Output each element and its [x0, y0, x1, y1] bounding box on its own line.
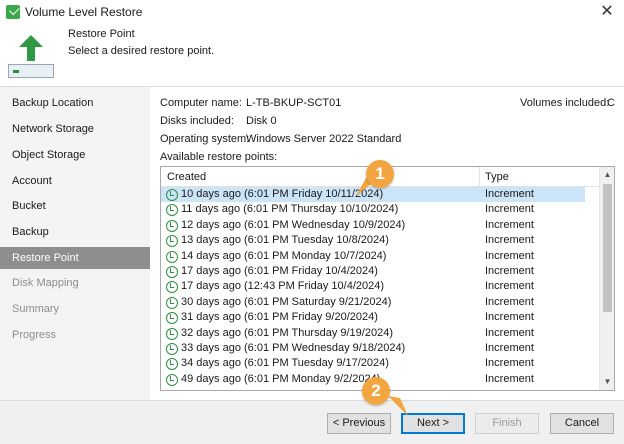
volumes-included-value: C	[607, 97, 615, 109]
row-type: Increment	[485, 357, 534, 370]
operating-system-value: Windows Server 2022 Standard	[246, 133, 402, 145]
restore-point-clock-icon	[166, 312, 178, 325]
restore-points-rows: 10 days ago (6:01 PM Friday 10/11/2024) I…	[161, 187, 599, 387]
wizard-footer: < Previous Next > Finish Cancel	[0, 400, 624, 444]
row-created: 31 days ago (6:01 PM Friday 9/20/2024)	[181, 311, 378, 324]
restore-point-clock-icon	[166, 373, 178, 386]
finish-button: Finish	[475, 413, 539, 434]
restore-point-clock-icon	[166, 219, 178, 232]
row-created: 13 days ago (6:01 PM Tuesday 10/8/2024)	[181, 234, 389, 247]
restore-arrow-icon	[19, 35, 43, 61]
restore-point-clock-icon	[166, 235, 178, 248]
row-created: 49 days ago (6:01 PM Monday 9/2/2024)	[181, 372, 381, 385]
wizard-steps-sidebar: Backup Location Network Storage Object S…	[0, 87, 150, 400]
step-progress: Progress	[12, 329, 57, 341]
row-type: Increment	[485, 372, 534, 385]
step-bucket[interactable]: Bucket	[0, 195, 150, 217]
row-created: 11 days ago (6:01 PM Thursday 10/10/2024…	[181, 203, 399, 216]
restore-point-row[interactable]: 17 days ago (6:01 PM Friday 10/4/2024) In…	[161, 264, 585, 279]
row-created: 12 days ago (6:01 PM Wednesday 10/9/2024…	[181, 218, 406, 231]
step-backup-location[interactable]: Backup Location	[0, 92, 150, 114]
restore-points-label: Available restore points:	[160, 151, 278, 163]
restore-point-clock-icon	[166, 358, 178, 371]
step-subtitle: Select a desired restore point.	[68, 45, 215, 57]
restore-point-row[interactable]: 33 days ago (6:01 PM Wednesday 9/18/2024…	[161, 341, 585, 356]
row-created: 33 days ago (6:01 PM Wednesday 9/18/2024…	[181, 341, 406, 354]
operating-system-label: Operating system:	[160, 133, 250, 145]
restore-point-clock-icon	[166, 250, 178, 263]
restore-point-row[interactable]: 17 days ago (12:43 PM Friday 10/4/2024) I…	[161, 279, 585, 294]
computer-name-value: L-TB-BKUP-SCT01	[246, 97, 342, 109]
restore-point-clock-icon	[166, 281, 178, 294]
restore-point-row[interactable]: 14 days ago (6:01 PM Monday 10/7/2024) In…	[161, 249, 585, 264]
restore-point-clock-icon	[166, 265, 178, 278]
restore-point-row[interactable]: 12 days ago (6:01 PM Wednesday 10/9/2024…	[161, 218, 585, 233]
row-type: Increment	[485, 249, 534, 262]
title-bar: Volume Level Restore ✕	[0, 0, 624, 24]
app-icon	[6, 5, 20, 19]
callout-2-pointer	[388, 396, 408, 416]
volumes-included-label: Volumes included:	[520, 97, 610, 109]
step-backup[interactable]: Backup	[0, 221, 150, 243]
restore-point-clock-icon	[166, 189, 178, 201]
restore-point-clock-icon	[166, 342, 178, 355]
row-type: Increment	[485, 341, 534, 354]
callout-badge-2: 2	[362, 377, 390, 405]
restore-points-list[interactable]: Created Type 10 days ago (6:01 PM Friday…	[160, 166, 615, 391]
restore-point-row[interactable]: 30 days ago (6:01 PM Saturday 9/21/2024)…	[161, 295, 585, 310]
scroll-thumb[interactable]	[603, 184, 612, 312]
previous-button[interactable]: < Previous	[327, 413, 391, 434]
step-network-storage[interactable]: Network Storage	[0, 118, 150, 140]
restore-point-row[interactable]: 34 days ago (6:01 PM Tuesday 9/17/2024) I…	[161, 356, 585, 371]
restore-point-clock-icon	[166, 204, 178, 217]
drive-icon	[8, 64, 54, 78]
column-divider	[479, 167, 480, 187]
computer-name-label: Computer name:	[160, 97, 242, 109]
restore-point-row[interactable]: 11 days ago (6:01 PM Thursday 10/10/2024…	[161, 202, 585, 217]
row-type: Increment	[485, 311, 534, 324]
wizard-header: Restore Point Select a desired restore p…	[0, 24, 624, 86]
disks-included-value: Disk 0	[246, 115, 277, 127]
row-type: Increment	[485, 218, 534, 231]
row-type: Increment	[485, 280, 534, 293]
scroll-down-arrow-icon[interactable]: ▼	[600, 374, 614, 390]
step-account[interactable]: Account	[0, 170, 150, 192]
restore-point-row[interactable]: 31 days ago (6:01 PM Friday 9/20/2024) In…	[161, 310, 585, 325]
restore-point-row[interactable]: 13 days ago (6:01 PM Tuesday 10/8/2024) I…	[161, 233, 585, 248]
row-created: 34 days ago (6:01 PM Tuesday 9/17/2024)	[181, 357, 389, 370]
row-created: 30 days ago (6:01 PM Saturday 9/21/2024)	[181, 295, 392, 308]
row-type: Increment	[485, 234, 534, 247]
step-object-storage[interactable]: Object Storage	[0, 144, 150, 166]
restore-point-clock-icon	[166, 327, 178, 340]
cancel-button[interactable]: Cancel	[550, 413, 614, 434]
scroll-up-arrow-icon[interactable]: ▲	[600, 167, 614, 183]
row-type: Increment	[485, 264, 534, 277]
column-header-type[interactable]: Type	[485, 171, 509, 183]
step-restore-point[interactable]: Restore Point	[0, 247, 150, 269]
restore-point-row[interactable]: 32 days ago (6:01 PM Thursday 9/19/2024)…	[161, 326, 585, 341]
window-title: Volume Level Restore	[25, 5, 143, 19]
column-header-created[interactable]: Created	[167, 171, 206, 183]
row-created: 14 days ago (6:01 PM Monday 10/7/2024)	[181, 249, 387, 262]
row-created: 17 days ago (6:01 PM Friday 10/4/2024)	[181, 264, 378, 277]
step-summary: Summary	[12, 303, 60, 315]
step-disk-mapping: Disk Mapping	[12, 277, 79, 289]
row-type: Increment	[485, 188, 534, 200]
row-type: Increment	[485, 295, 534, 308]
close-button[interactable]: ✕	[596, 2, 618, 22]
row-created: 32 days ago (6:01 PM Thursday 9/19/2024)	[181, 326, 393, 339]
row-type: Increment	[485, 203, 534, 216]
row-type: Increment	[485, 326, 534, 339]
callout-badge-1: 1	[366, 160, 394, 188]
restore-point-clock-icon	[166, 296, 178, 309]
row-created: 17 days ago (12:43 PM Friday 10/4/2024)	[181, 280, 385, 293]
step-title: Restore Point	[68, 28, 135, 40]
vertical-scrollbar[interactable]: ▲ ▼	[599, 167, 614, 390]
disks-included-label: Disks included:	[160, 115, 234, 127]
